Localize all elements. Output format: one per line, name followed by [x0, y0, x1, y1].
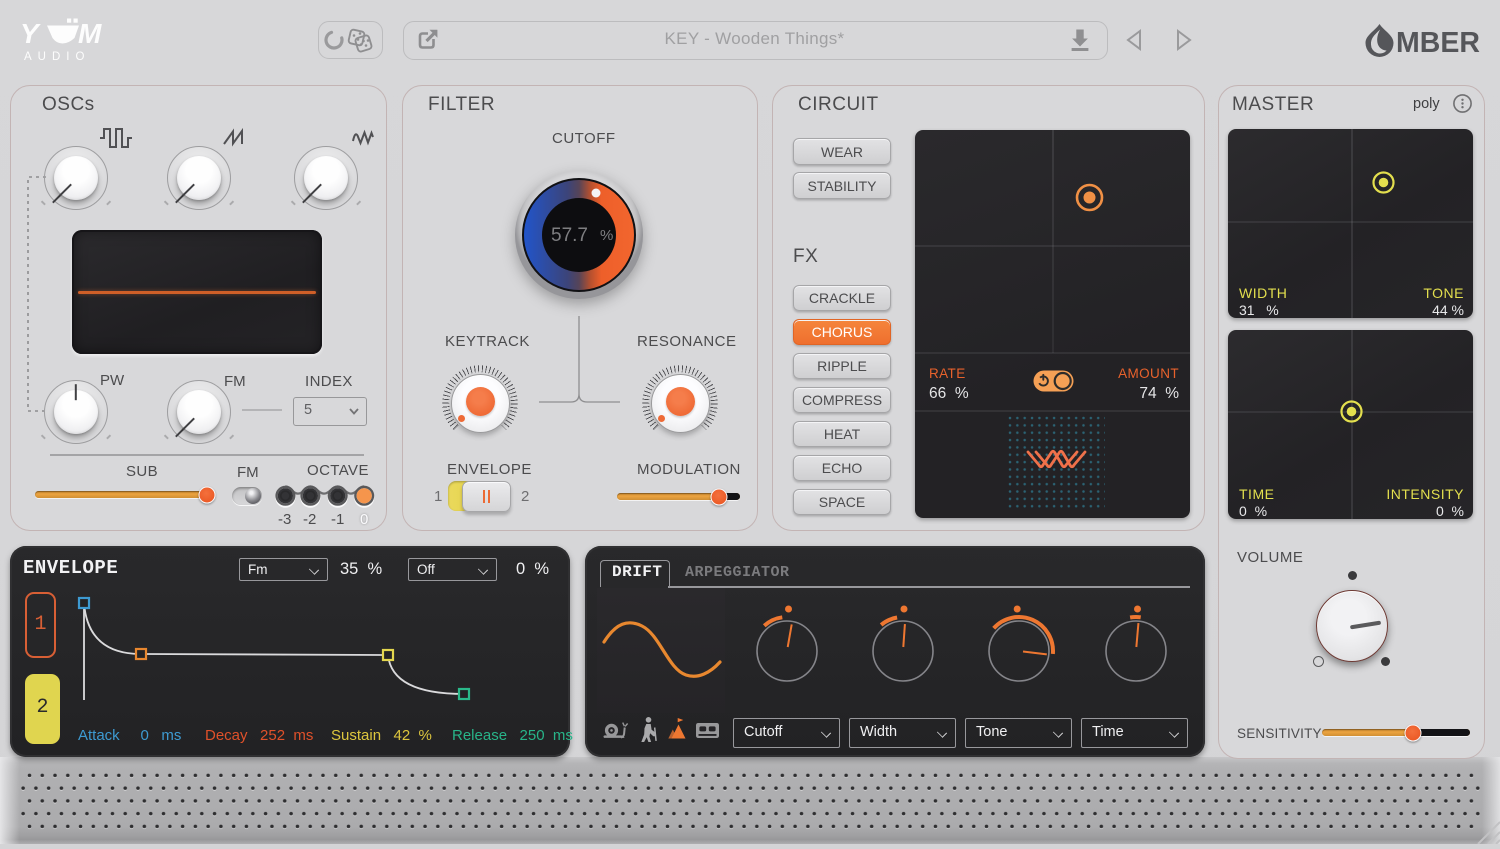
svg-text:%: %	[600, 227, 613, 244]
svg-text:MBER: MBER	[1396, 27, 1480, 59]
